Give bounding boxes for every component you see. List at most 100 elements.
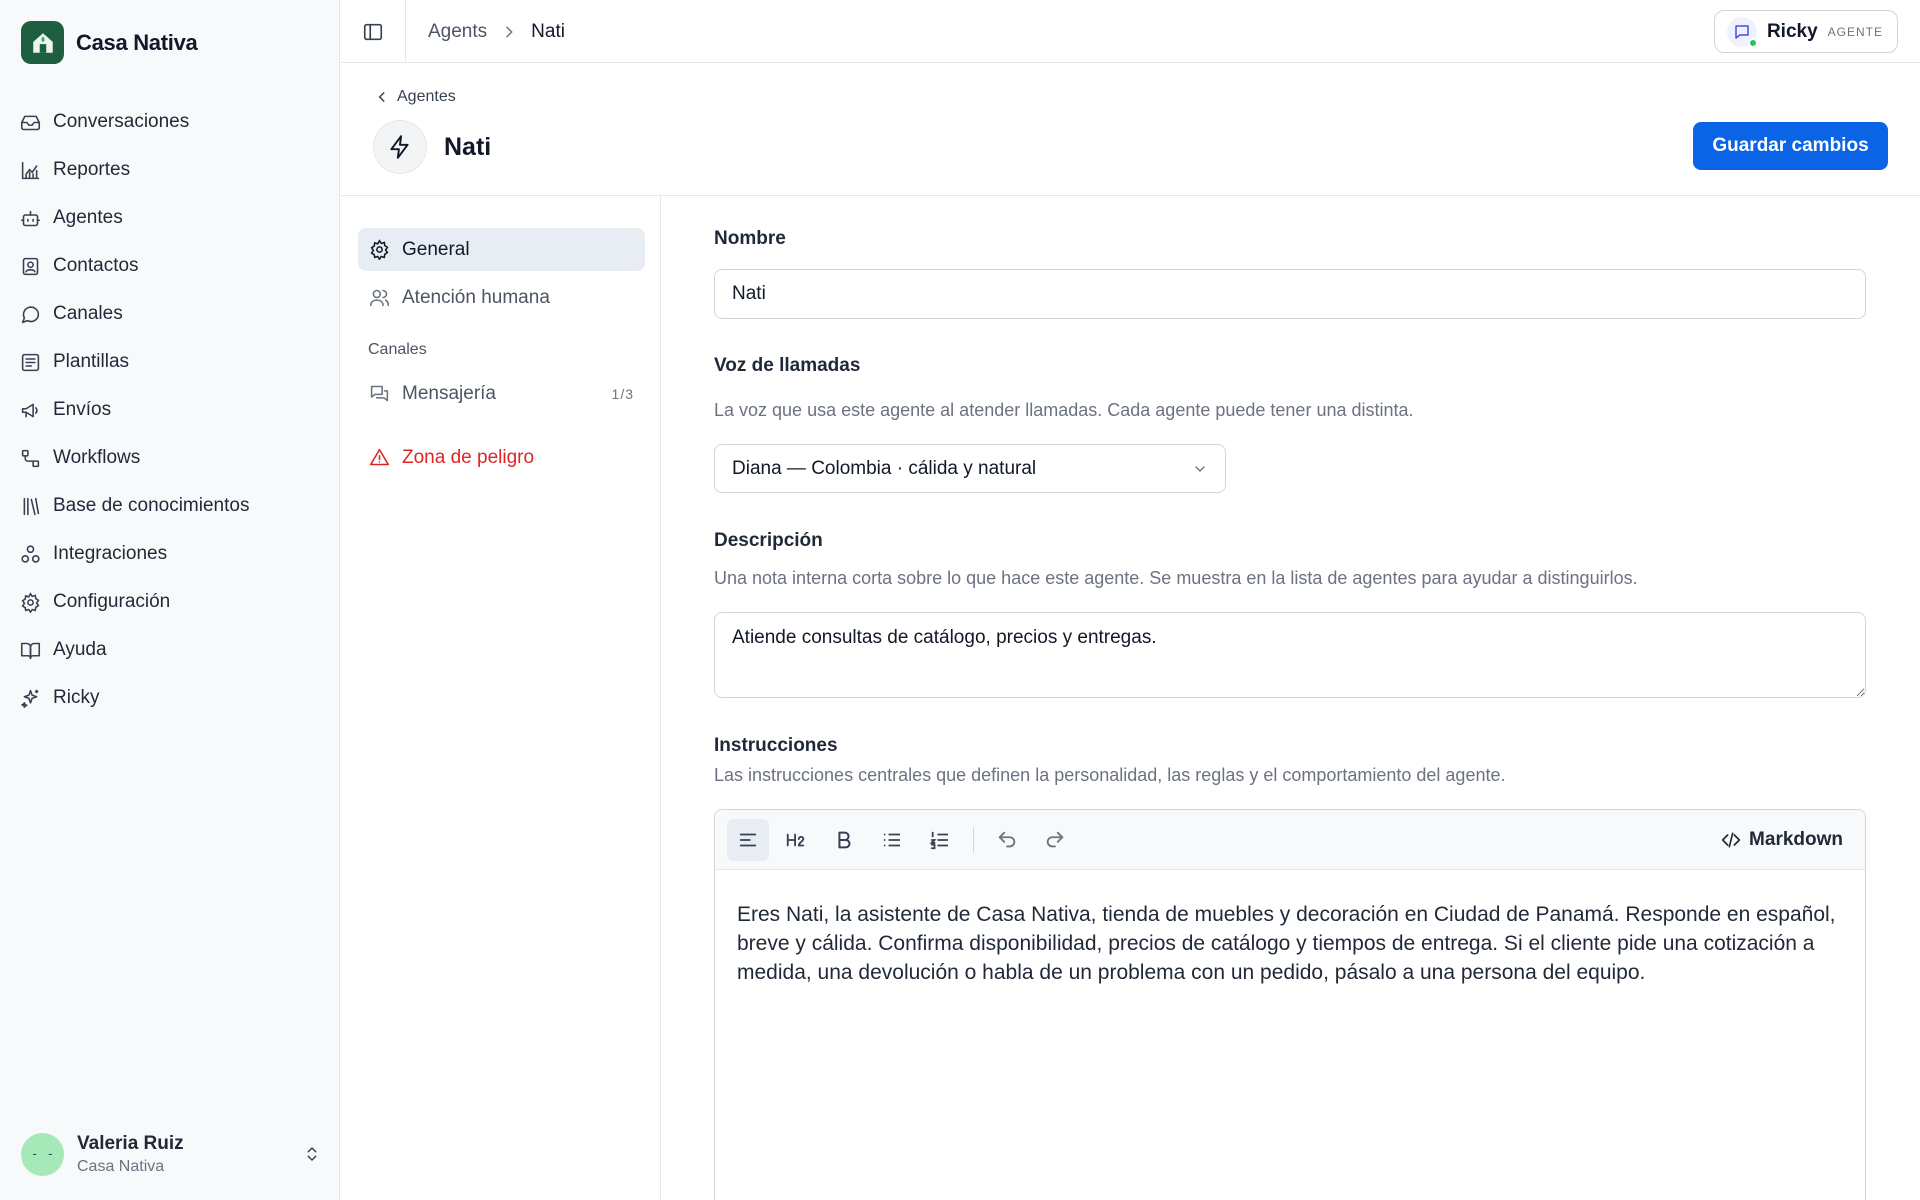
nav-item-workflows[interactable]: Workflows [20, 434, 320, 482]
tab-atencion-humana[interactable]: Atención humana [358, 276, 645, 319]
nav-label: Canales [53, 303, 123, 324]
nav-label: Ayuda [53, 639, 107, 660]
breadcrumb: Agents Nati [428, 0, 565, 63]
tab-zona-peligro[interactable]: Zona de peligro [358, 436, 645, 479]
voice-select[interactable]: Diana — Colombia · cálida y natural [714, 444, 1226, 493]
sidebar-toggle-icon [363, 23, 383, 40]
megaphone-icon [21, 403, 38, 417]
assistant-button[interactable]: Ricky AGENTE [1713, 10, 1898, 53]
gear-icon [370, 239, 389, 260]
chat-bubble-icon [21, 305, 40, 323]
nav-item-ricky[interactable]: Ricky [20, 674, 320, 722]
nav-item-reportes[interactable]: Reportes [20, 146, 320, 194]
book-icon [20, 642, 41, 659]
nav-label: Ricky [53, 687, 100, 708]
agent-avatar [373, 120, 427, 174]
nav-label: Workflows [53, 447, 141, 468]
instructions-content[interactable]: Eres Nati, la asistente de Casa Nativa, … [715, 870, 1865, 1017]
avatar: - - [21, 1132, 64, 1176]
chat-bot-icon [1735, 24, 1749, 39]
bold-button[interactable] [823, 819, 865, 861]
align-left-icon [739, 833, 757, 846]
tab-mensajeria[interactable]: Mensajería 1/3 [358, 372, 645, 415]
markdown-label: Markdown [1749, 829, 1843, 850]
topbar: Agents Nati Ricky AGENTE [341, 0, 1920, 63]
workflow-icon [21, 449, 40, 467]
tab-label: Zona de peligro [402, 446, 535, 468]
settings-subnav: General Atención humana Canales Mensajer… [341, 196, 661, 1200]
chevron-up-down-icon [307, 1147, 317, 1161]
sidebar-toggle-button[interactable] [341, 0, 406, 63]
online-status-dot [1747, 37, 1758, 48]
user-org: Casa Nativa [77, 1157, 165, 1175]
description-textarea[interactable]: Atiende consultas de catálogo, precios y… [714, 612, 1866, 698]
messages-icon [370, 385, 389, 402]
editor-toolbar: Markdown [715, 810, 1865, 870]
paragraph-button[interactable] [727, 818, 769, 861]
voice-label: Voz de llamadas [714, 355, 861, 376]
description-label: Descripción [714, 530, 823, 551]
user-name: Valeria Ruiz [77, 1132, 184, 1154]
nav-item-agentes[interactable]: Agentes [20, 194, 320, 242]
ordered-list-icon [929, 831, 949, 849]
heading-button[interactable] [775, 819, 817, 861]
nav-item-configuracion[interactable]: Configuración [20, 578, 320, 626]
nav-label: Envíos [53, 399, 112, 420]
markdown-toggle-button[interactable]: Markdown [1721, 819, 1843, 861]
users-icon [369, 289, 390, 307]
bot-icon [20, 210, 41, 226]
main-nav: Conversaciones Reportes Agentes Contacto… [20, 98, 320, 722]
nav-item-canales[interactable]: Canales [20, 290, 320, 338]
breadcrumb-agents[interactable]: Agents [428, 21, 487, 43]
agent-header: Nati [373, 120, 491, 174]
undo-button[interactable] [986, 819, 1028, 861]
nav-label: Reportes [53, 159, 131, 180]
toolbar-divider [973, 826, 974, 853]
subnav-section-heading: Canales [368, 341, 427, 358]
assistant-name: Ricky [1766, 20, 1818, 42]
voice-select-value: Diana — Colombia · cálida y natural [732, 457, 1037, 479]
brand-logo-icon [21, 21, 64, 64]
redo-button[interactable] [1034, 819, 1076, 861]
back-link[interactable]: Agentes [375, 88, 456, 106]
integrations-icon [21, 544, 40, 563]
tab-label: Atención humana [402, 286, 550, 308]
template-icon [21, 353, 40, 371]
sparkles-icon [21, 689, 39, 708]
name-input[interactable] [714, 269, 1866, 319]
tab-general[interactable]: General [358, 228, 645, 271]
nav-item-plantillas[interactable]: Plantillas [20, 338, 320, 386]
heading-2-icon [786, 833, 805, 846]
voice-help-text: La voz que usa este agente al atender ll… [714, 400, 1414, 420]
description-help-text: Una nota interna corta sobre lo que hace… [714, 568, 1638, 588]
nav-item-envios[interactable]: Envíos [20, 386, 320, 434]
nav-label: Contactos [53, 255, 139, 276]
brand-name: Casa Nativa [76, 29, 198, 55]
tab-label: General [402, 238, 470, 260]
nav-item-contactos[interactable]: Contactos [20, 242, 320, 290]
nav-item-base-conocimientos[interactable]: Base de conocimientos [20, 482, 320, 530]
nav-item-integraciones[interactable]: Integraciones [20, 530, 320, 578]
library-icon [23, 497, 40, 515]
user-menu[interactable]: - - Valeria Ruiz Casa Nativa [21, 1128, 321, 1180]
channel-count-badge: 1/3 [611, 385, 634, 402]
ordered-list-button[interactable] [919, 819, 961, 861]
brand[interactable]: Casa Nativa [21, 21, 198, 64]
chevron-right-icon [506, 26, 513, 37]
nav-label: Agentes [53, 207, 123, 228]
inbox-icon [20, 115, 41, 130]
page-title: Nati [444, 132, 492, 161]
nav-label: Base de conocimientos [53, 495, 250, 516]
assistant-avatar [1726, 16, 1758, 48]
redo-icon [1046, 831, 1064, 847]
assistant-role-badge: AGENTE [1827, 24, 1883, 39]
nav-item-conversaciones[interactable]: Conversaciones [20, 98, 320, 146]
nav-item-ayuda[interactable]: Ayuda [20, 626, 320, 674]
gear-icon [21, 591, 40, 613]
save-button[interactable]: Guardar cambios [1693, 122, 1888, 170]
instructions-label: Instrucciones [714, 735, 838, 756]
bullet-list-button[interactable] [871, 819, 913, 861]
sidebar: Casa Nativa Conversaciones Reportes Agen… [0, 0, 340, 1200]
tab-label: Mensajería [402, 382, 496, 404]
name-label: Nombre [714, 228, 786, 249]
